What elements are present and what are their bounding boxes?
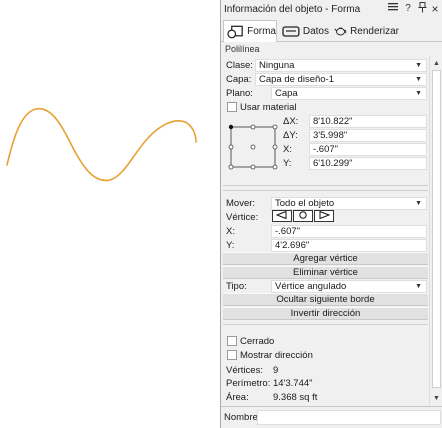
help-button[interactable]: ? bbox=[401, 2, 415, 16]
chevron-down-icon: ▼ bbox=[415, 76, 422, 83]
cerrado-label: Cerrado bbox=[240, 336, 275, 347]
usar-material-checkbox[interactable] bbox=[227, 102, 237, 112]
area-label: Área: bbox=[226, 392, 249, 403]
vertex-x-field[interactable]: -.607" bbox=[271, 225, 427, 238]
menu-icon[interactable] bbox=[386, 2, 400, 16]
scrollbar-thumb[interactable] bbox=[432, 70, 441, 388]
mostrar-direccion-label: Mostrar dirección bbox=[240, 350, 313, 361]
triangle-right-icon bbox=[319, 210, 331, 220]
canvas-svg bbox=[6, 108, 197, 182]
data-tab-icon bbox=[282, 26, 300, 37]
perimetro-value: 14'3.744" bbox=[273, 378, 313, 389]
previous-vertex-button[interactable] bbox=[272, 210, 292, 222]
tab-forma[interactable]: Forma bbox=[223, 20, 277, 42]
plano-value: Capa bbox=[275, 88, 298, 99]
tab-datos-label: Datos bbox=[302, 25, 329, 37]
polyline-shape[interactable] bbox=[6, 108, 197, 182]
vertex-x-value: -.607" bbox=[275, 226, 301, 237]
cerrado-checkbox[interactable] bbox=[227, 336, 237, 346]
close-button[interactable]: × bbox=[428, 2, 442, 16]
plano-label: Plano: bbox=[226, 88, 253, 99]
divider bbox=[223, 190, 428, 191]
chevron-down-icon: ▼ bbox=[415, 90, 422, 97]
tab-forma-label: Forma bbox=[247, 26, 276, 37]
capa-value: Capa de diseño-1 bbox=[259, 74, 334, 85]
vertex-y-label: Y: bbox=[226, 240, 235, 251]
x-label: X: bbox=[283, 144, 292, 155]
clase-label: Clase: bbox=[226, 60, 253, 71]
area-value: 9.368 sq ft bbox=[273, 392, 318, 403]
shape-tab-icon bbox=[227, 25, 243, 38]
next-vertex-button[interactable] bbox=[314, 210, 334, 222]
reverse-direction-button[interactable]: Invertir dirección bbox=[223, 307, 428, 320]
triangle-left-icon bbox=[275, 210, 287, 220]
clase-select[interactable]: Ninguna ▼ bbox=[255, 59, 427, 72]
current-vertex-button[interactable] bbox=[293, 210, 313, 222]
dy-value: 3'5.998" bbox=[313, 130, 348, 141]
vertices-count-value: 9 bbox=[273, 365, 279, 376]
y-field[interactable]: 6'10.299" bbox=[309, 157, 427, 170]
add-vertex-button[interactable]: Agregar vértice bbox=[223, 252, 428, 265]
divider bbox=[223, 324, 428, 325]
circle-icon bbox=[299, 211, 307, 219]
pin-icon[interactable] bbox=[415, 2, 429, 16]
anchor-point-selected bbox=[228, 124, 234, 130]
divider bbox=[223, 185, 428, 186]
chevron-down-icon: ▼ bbox=[415, 200, 422, 207]
vertex-y-field[interactable]: 4'2.696" bbox=[271, 239, 427, 252]
chevron-down-icon: ▼ bbox=[415, 62, 422, 69]
vertex-x-label: X: bbox=[226, 226, 235, 237]
vertice-label: Vértice: bbox=[226, 212, 259, 223]
vertices-count-label: Vértices: bbox=[226, 365, 263, 376]
perimetro-label: Perímetro: bbox=[226, 378, 271, 389]
tab-renderizar-label: Renderizar bbox=[350, 25, 399, 37]
object-info-panel: Información del objeto - Forma ? × Forma… bbox=[220, 0, 442, 428]
y-value: 6'10.299" bbox=[313, 158, 353, 169]
panel-title: Información del objeto - Forma bbox=[224, 4, 361, 15]
plano-select[interactable]: Capa ▼ bbox=[271, 87, 427, 100]
capa-select[interactable]: Capa de diseño-1 ▼ bbox=[255, 73, 427, 86]
tab-datos[interactable]: Datos bbox=[279, 20, 329, 42]
vertex-y-value: 4'2.696" bbox=[275, 240, 310, 251]
usar-material-label: Usar material bbox=[240, 102, 297, 113]
tab-bar: Forma Datos Renderizar bbox=[221, 19, 442, 42]
clase-value: Ninguna bbox=[259, 60, 295, 71]
mover-value: Todo el objeto bbox=[275, 198, 335, 209]
mover-label: Mover: bbox=[226, 198, 256, 209]
tipo-label: Tipo: bbox=[226, 281, 247, 292]
panel-titlebar: Información del objeto - Forma ? × bbox=[221, 0, 442, 19]
x-value: -.607" bbox=[313, 144, 339, 155]
dy-field[interactable]: 3'5.998" bbox=[309, 129, 427, 142]
mostrar-direccion-checkbox[interactable] bbox=[227, 350, 237, 360]
drawing-canvas[interactable] bbox=[0, 0, 220, 428]
nombre-field[interactable] bbox=[257, 410, 441, 425]
capa-label: Capa: bbox=[226, 74, 252, 85]
dx-value: 8'10.822" bbox=[313, 116, 353, 127]
tab-renderizar[interactable]: Renderizar bbox=[331, 20, 399, 42]
object-type-label: Polilínea bbox=[225, 44, 260, 54]
nombre-label: Nombre: bbox=[224, 412, 261, 423]
tipo-value: Vértice angulado bbox=[275, 281, 347, 292]
dx-field[interactable]: 8'10.822" bbox=[309, 115, 427, 128]
y-label: Y: bbox=[283, 158, 292, 169]
dy-label: ΔY: bbox=[283, 130, 298, 141]
scroll-up-icon[interactable]: ▲ bbox=[432, 59, 441, 68]
x-field[interactable]: -.607" bbox=[309, 143, 427, 156]
hide-next-edge-button[interactable]: Ocultar siguiente borde bbox=[223, 293, 428, 306]
dx-label: ΔX: bbox=[283, 116, 299, 127]
scroll-down-icon[interactable]: ▼ bbox=[432, 394, 441, 403]
name-row: Nombre: bbox=[221, 406, 442, 428]
bounding-box-widget[interactable] bbox=[225, 119, 281, 174]
delete-vertex-button[interactable]: Eliminar vértice bbox=[223, 266, 428, 279]
mover-select[interactable]: Todo el objeto ▼ bbox=[271, 197, 427, 210]
tipo-select[interactable]: Vértice angulado ▼ bbox=[271, 280, 427, 293]
chevron-down-icon: ▼ bbox=[415, 283, 422, 290]
teapot-icon bbox=[334, 27, 347, 36]
panel-scrollbar[interactable]: ▲ ▼ bbox=[429, 56, 442, 406]
